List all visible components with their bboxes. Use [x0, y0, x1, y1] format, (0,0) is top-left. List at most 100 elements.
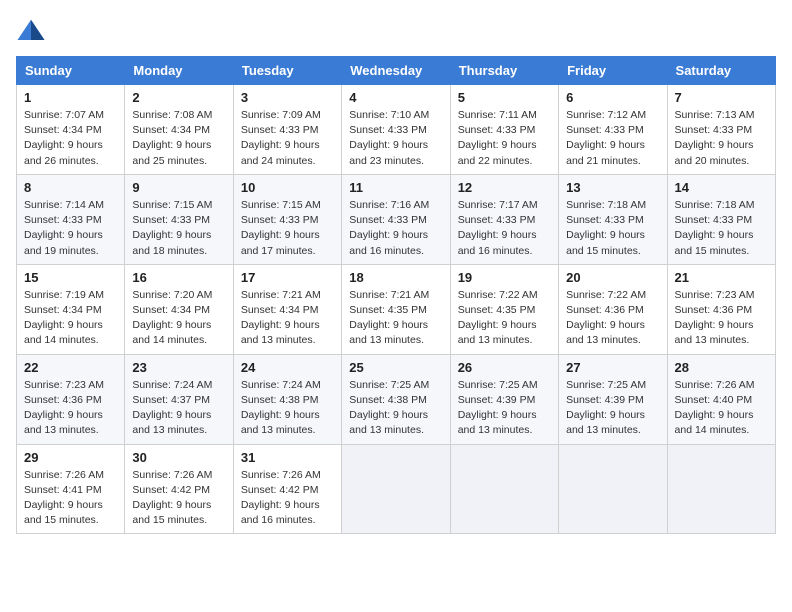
calendar-cell: [559, 444, 667, 534]
calendar-cell: 10 Sunrise: 7:15 AMSunset: 4:33 PMDayligh…: [233, 174, 341, 264]
calendar-cell: 25 Sunrise: 7:25 AMSunset: 4:38 PMDayligh…: [342, 354, 450, 444]
calendar-cell: 14Sunrise: 7:18 AMSunset: 4:33 PMDayligh…: [667, 174, 775, 264]
calendar-cell: 31Sunrise: 7:26 AMSunset: 4:42 PMDayligh…: [233, 444, 341, 534]
day-header-row: SundayMondayTuesdayWednesdayThursdayFrid…: [17, 57, 776, 85]
calendar-cell: [342, 444, 450, 534]
day-header-monday: Monday: [125, 57, 233, 85]
day-info: Sunrise: 7:25 AMSunset: 4:38 PMDaylight:…: [349, 378, 442, 439]
day-info: Sunrise: 7:23 AMSunset: 4:36 PMDaylight:…: [24, 378, 117, 439]
day-info: Sunrise: 7:23 AMSunset: 4:36 PMDaylight:…: [675, 288, 768, 349]
calendar-cell: 6 Sunrise: 7:12 AMSunset: 4:33 PMDaylight…: [559, 85, 667, 175]
day-number: 4: [349, 90, 442, 105]
day-info: Sunrise: 7:07 AMSunset: 4:34 PMDaylight:…: [24, 108, 117, 169]
day-info: Sunrise: 7:18 AMSunset: 4:33 PMDaylight:…: [566, 198, 659, 259]
calendar-cell: 30Sunrise: 7:26 AMSunset: 4:42 PMDayligh…: [125, 444, 233, 534]
calendar-cell: 7 Sunrise: 7:13 AMSunset: 4:33 PMDaylight…: [667, 85, 775, 175]
day-number: 10: [241, 180, 334, 195]
day-info: Sunrise: 7:15 AMSunset: 4:33 PMDaylight:…: [241, 198, 334, 259]
calendar-cell: 17 Sunrise: 7:21 AMSunset: 4:34 PMDayligh…: [233, 264, 341, 354]
day-info: Sunrise: 7:22 AMSunset: 4:35 PMDaylight:…: [458, 288, 551, 349]
day-info: Sunrise: 7:21 AMSunset: 4:34 PMDaylight:…: [241, 288, 334, 349]
calendar-cell: 28 Sunrise: 7:26 AMSunset: 4:40 PMDayligh…: [667, 354, 775, 444]
day-info: Sunrise: 7:14 AMSunset: 4:33 PMDaylight:…: [24, 198, 117, 259]
day-info: Sunrise: 7:09 AMSunset: 4:33 PMDaylight:…: [241, 108, 334, 169]
day-info: Sunrise: 7:22 AMSunset: 4:36 PMDaylight:…: [566, 288, 659, 349]
calendar-cell: 22 Sunrise: 7:23 AMSunset: 4:36 PMDayligh…: [17, 354, 125, 444]
week-row-1: 1 Sunrise: 7:07 AMSunset: 4:34 PMDaylight…: [17, 85, 776, 175]
calendar-cell: 23 Sunrise: 7:24 AMSunset: 4:37 PMDayligh…: [125, 354, 233, 444]
day-info: Sunrise: 7:26 AMSunset: 4:40 PMDaylight:…: [675, 378, 768, 439]
day-info: Sunrise: 7:08 AMSunset: 4:34 PMDaylight:…: [132, 108, 225, 169]
day-number: 13: [566, 180, 659, 195]
day-header-tuesday: Tuesday: [233, 57, 341, 85]
day-number: 23: [132, 360, 225, 375]
page-header: [16, 16, 776, 46]
calendar-table: SundayMondayTuesdayWednesdayThursdayFrid…: [16, 56, 776, 534]
calendar-cell: [450, 444, 558, 534]
calendar-cell: 27 Sunrise: 7:25 AMSunset: 4:39 PMDayligh…: [559, 354, 667, 444]
calendar-cell: 26 Sunrise: 7:25 AMSunset: 4:39 PMDayligh…: [450, 354, 558, 444]
day-info: Sunrise: 7:10 AMSunset: 4:33 PMDaylight:…: [349, 108, 442, 169]
day-number: 19: [458, 270, 551, 285]
calendar-cell: 29 Sunrise: 7:26 AMSunset: 4:41 PMDayligh…: [17, 444, 125, 534]
day-number: 20: [566, 270, 659, 285]
day-number: 21: [675, 270, 768, 285]
day-info: Sunrise: 7:12 AMSunset: 4:33 PMDaylight:…: [566, 108, 659, 169]
day-number: 8: [24, 180, 117, 195]
day-number: 11: [349, 180, 442, 195]
day-header-wednesday: Wednesday: [342, 57, 450, 85]
day-number: 18: [349, 270, 442, 285]
week-row-2: 8 Sunrise: 7:14 AMSunset: 4:33 PMDaylight…: [17, 174, 776, 264]
calendar-cell: 3 Sunrise: 7:09 AMSunset: 4:33 PMDaylight…: [233, 85, 341, 175]
day-header-saturday: Saturday: [667, 57, 775, 85]
day-info: Sunrise: 7:17 AMSunset: 4:33 PMDaylight:…: [458, 198, 551, 259]
calendar-cell: 19 Sunrise: 7:22 AMSunset: 4:35 PMDayligh…: [450, 264, 558, 354]
calendar-header: SundayMondayTuesdayWednesdayThursdayFrid…: [17, 57, 776, 85]
day-info: Sunrise: 7:26 AMSunset: 4:42 PMDaylight:…: [241, 468, 334, 529]
day-header-sunday: Sunday: [17, 57, 125, 85]
day-number: 3: [241, 90, 334, 105]
day-info: Sunrise: 7:15 AMSunset: 4:33 PMDaylight:…: [132, 198, 225, 259]
day-number: 7: [675, 90, 768, 105]
day-info: Sunrise: 7:25 AMSunset: 4:39 PMDaylight:…: [458, 378, 551, 439]
day-number: 15: [24, 270, 117, 285]
calendar-cell: [667, 444, 775, 534]
day-info: Sunrise: 7:20 AMSunset: 4:34 PMDaylight:…: [132, 288, 225, 349]
week-row-5: 29 Sunrise: 7:26 AMSunset: 4:41 PMDayligh…: [17, 444, 776, 534]
day-number: 6: [566, 90, 659, 105]
day-number: 2: [132, 90, 225, 105]
calendar-cell: 1 Sunrise: 7:07 AMSunset: 4:34 PMDaylight…: [17, 85, 125, 175]
calendar-cell: 12 Sunrise: 7:17 AMSunset: 4:33 PMDayligh…: [450, 174, 558, 264]
calendar-cell: 20 Sunrise: 7:22 AMSunset: 4:36 PMDayligh…: [559, 264, 667, 354]
day-info: Sunrise: 7:24 AMSunset: 4:37 PMDaylight:…: [132, 378, 225, 439]
day-header-thursday: Thursday: [450, 57, 558, 85]
day-header-friday: Friday: [559, 57, 667, 85]
day-info: Sunrise: 7:13 AMSunset: 4:33 PMDaylight:…: [675, 108, 768, 169]
calendar-cell: 4 Sunrise: 7:10 AMSunset: 4:33 PMDaylight…: [342, 85, 450, 175]
day-number: 28: [675, 360, 768, 375]
day-number: 1: [24, 90, 117, 105]
calendar-cell: 5Sunrise: 7:11 AMSunset: 4:33 PMDaylight…: [450, 85, 558, 175]
day-number: 29: [24, 450, 117, 465]
calendar-cell: 8 Sunrise: 7:14 AMSunset: 4:33 PMDaylight…: [17, 174, 125, 264]
day-number: 12: [458, 180, 551, 195]
day-number: 25: [349, 360, 442, 375]
calendar-cell: 9Sunrise: 7:15 AMSunset: 4:33 PMDaylight…: [125, 174, 233, 264]
calendar-cell: 13 Sunrise: 7:18 AMSunset: 4:33 PMDayligh…: [559, 174, 667, 264]
week-row-4: 22 Sunrise: 7:23 AMSunset: 4:36 PMDayligh…: [17, 354, 776, 444]
calendar-cell: 24Sunrise: 7:24 AMSunset: 4:38 PMDayligh…: [233, 354, 341, 444]
day-number: 22: [24, 360, 117, 375]
logo: [16, 16, 50, 46]
day-info: Sunrise: 7:26 AMSunset: 4:41 PMDaylight:…: [24, 468, 117, 529]
day-number: 26: [458, 360, 551, 375]
logo-icon: [16, 16, 46, 46]
day-info: Sunrise: 7:26 AMSunset: 4:42 PMDaylight:…: [132, 468, 225, 529]
day-number: 17: [241, 270, 334, 285]
day-number: 16: [132, 270, 225, 285]
calendar-cell: 18Sunrise: 7:21 AMSunset: 4:35 PMDayligh…: [342, 264, 450, 354]
day-number: 27: [566, 360, 659, 375]
week-row-3: 15 Sunrise: 7:19 AMSunset: 4:34 PMDayligh…: [17, 264, 776, 354]
day-info: Sunrise: 7:25 AMSunset: 4:39 PMDaylight:…: [566, 378, 659, 439]
day-info: Sunrise: 7:19 AMSunset: 4:34 PMDaylight:…: [24, 288, 117, 349]
day-info: Sunrise: 7:16 AMSunset: 4:33 PMDaylight:…: [349, 198, 442, 259]
